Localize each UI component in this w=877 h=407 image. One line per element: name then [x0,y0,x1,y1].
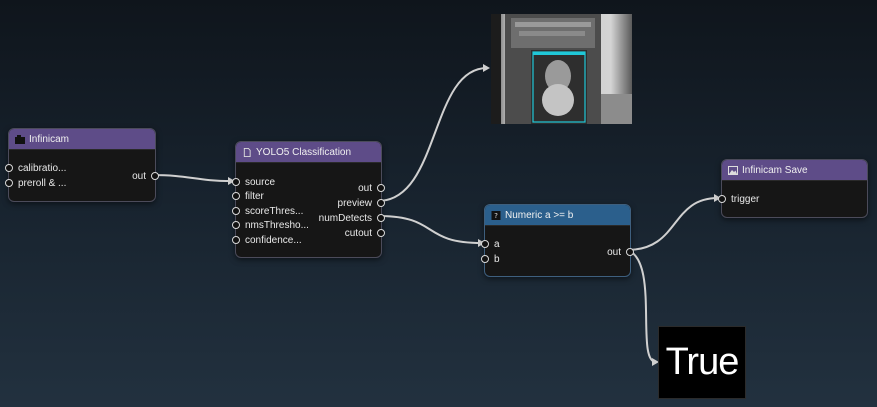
input-port[interactable] [481,255,489,263]
yolo-input-nms-threshold[interactable]: nmsThresho... [232,219,309,231]
yolo-classification-node[interactable]: YOLO5 Classification source filter score… [232,141,385,258]
wire-numeric-out-to-true-display [626,249,657,363]
port-label: numDetects [318,212,372,224]
arrow-image-in [483,64,490,72]
port-label: a [494,238,500,250]
port-label: cutout [344,227,372,239]
input-port[interactable] [5,164,13,172]
port-label: filter [245,190,264,202]
infinicam-node[interactable]: Infinicam calibratio... preroll & ... ou… [5,128,159,202]
port-label: preview [337,197,372,209]
output-port[interactable] [377,229,385,237]
wire-numeric-out-to-save-trigger [626,197,719,251]
input-port[interactable] [481,240,489,248]
document-icon [243,147,251,157]
yolo-input-confidence[interactable]: confidence... [232,234,302,246]
wire-yolo-preview-to-image [377,67,488,202]
yolo-output-preview[interactable]: preview [338,197,385,209]
numeric-output-out[interactable]: out [607,246,634,258]
input-port[interactable] [232,236,240,244]
yolo-input-filter[interactable]: filter [232,190,264,202]
save-input-trigger[interactable]: trigger [718,193,759,205]
wire-yolo-numdetects-to-numeric-a [377,215,483,244]
yolo-node-header[interactable]: YOLO5 Classification [236,142,381,163]
save-node-header[interactable]: Infinicam Save [722,160,867,181]
input-port[interactable] [718,195,726,203]
port-label: out [132,170,146,182]
infinicam-node-title: Infinicam [29,133,70,145]
infinicam-node-header[interactable]: Infinicam [9,129,155,150]
port-label: out [607,246,621,258]
save-node-title: Infinicam Save [742,164,808,176]
svg-text:?: ? [494,211,498,220]
input-port[interactable] [232,192,240,200]
port-label: confidence... [245,234,302,246]
yolo-input-source[interactable]: source [232,176,275,188]
yolo-node-title: YOLO5 Classification [256,146,352,158]
numeric-compare-node[interactable]: ? Numeric a >= b a b out [481,204,634,277]
infinicam-output-out[interactable]: out [132,170,159,182]
boolean-result-display: True [658,326,746,399]
port-label: trigger [731,193,760,205]
preview-image [491,14,632,124]
output-port[interactable] [377,199,385,207]
output-port[interactable] [151,172,159,180]
result-value: True [665,341,740,383]
port-label: preroll & ... [18,177,67,189]
output-port[interactable] [377,184,385,192]
output-port[interactable] [377,214,385,222]
output-port[interactable] [626,248,634,256]
port-label: calibratio... [18,162,67,174]
port-label: out [358,182,372,194]
port-label: nmsThresho... [245,219,309,231]
numeric-input-a[interactable]: a [481,238,500,250]
input-port[interactable] [232,207,240,215]
wire-infinicam-out-to-yolo-source [151,174,233,182]
input-port[interactable] [232,221,240,229]
infinicam-input-preroll[interactable]: preroll & ... [5,177,66,189]
port-label: scoreThres... [245,205,304,217]
infinicam-save-node[interactable]: Infinicam Save trigger [718,159,868,218]
infinicam-input-calibration[interactable]: calibratio... [5,162,66,174]
numeric-node-title: Numeric a >= b [505,209,574,221]
yolo-output-numdetects[interactable]: numDetects [319,212,385,224]
image-icon [728,165,738,175]
camera-icon [15,134,25,144]
port-label: source [245,176,276,188]
yolo-output-out[interactable]: out [358,182,385,194]
yolo-output-cutout[interactable]: cutout [345,227,385,239]
input-port[interactable] [5,179,13,187]
port-label: b [494,253,500,265]
question-icon: ? [491,210,501,220]
numeric-input-b[interactable]: b [481,253,500,265]
yolo-input-score-threshold[interactable]: scoreThres... [232,205,303,217]
portrait-preview [491,14,632,124]
input-port[interactable] [232,178,240,186]
numeric-node-header[interactable]: ? Numeric a >= b [485,205,630,226]
